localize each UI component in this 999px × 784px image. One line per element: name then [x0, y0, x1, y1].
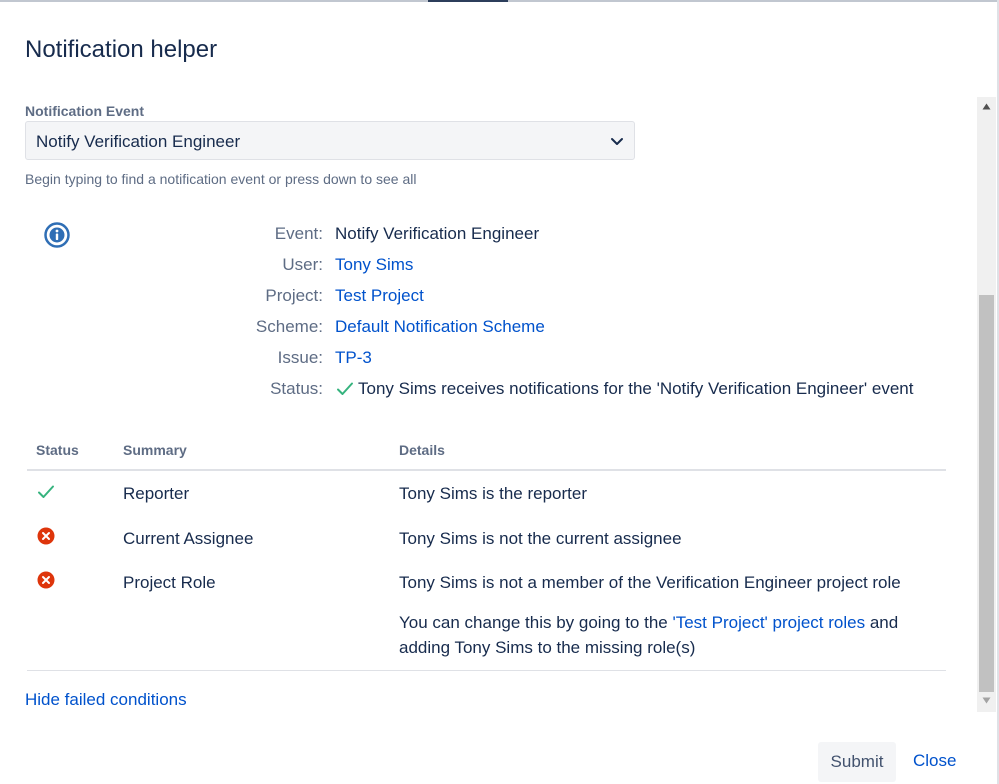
submit-button[interactable]: Submit	[818, 742, 896, 782]
condition-summary: Reporter	[123, 484, 190, 503]
check-icon	[38, 485, 54, 498]
error-icon	[37, 571, 55, 589]
column-header-summary: Summary	[123, 442, 187, 458]
condition-details: Tony Sims is the reporter	[399, 484, 588, 503]
status-message: Tony Sims receives notifications for the…	[358, 379, 914, 398]
scroll-up-arrow-icon[interactable]	[982, 103, 991, 110]
note-prefix: You can change this by going to the	[399, 613, 673, 632]
summary-label: Project:	[265, 286, 323, 305]
scrollbar-thumb[interactable]	[979, 295, 994, 692]
column-header-status: Status	[36, 442, 79, 458]
notification-event-value: Notify Verification Engineer	[36, 132, 241, 151]
top-tab-indicator	[428, 0, 508, 2]
condition-summary: Project Role	[123, 573, 216, 592]
condition-details: Tony Sims is not a member of the Verific…	[399, 573, 901, 592]
notification-event-select[interactable]: Notify Verification Engineer	[25, 121, 635, 160]
scrollbar[interactable]	[977, 97, 996, 712]
condition-details: Tony Sims is not the current assignee	[399, 529, 682, 548]
notification-event-help: Begin typing to find a notification even…	[25, 171, 417, 187]
summary-row-issue: Issue: TP-3	[0, 348, 960, 372]
summary-label: Event:	[274, 224, 323, 243]
note-suffix: and	[865, 613, 899, 632]
summary-label: Status:	[270, 379, 323, 398]
summary-label: Issue:	[277, 348, 323, 367]
project-roles-link[interactable]: 'Test Project' project roles	[672, 613, 865, 632]
summary-row-scheme: Scheme: Default Notification Scheme	[0, 317, 960, 341]
project-role-note: You can change this by going to the 'Tes…	[399, 610, 898, 660]
summary-row-status: Status: Tony Sims receives notifications…	[0, 379, 960, 403]
table-header-divider	[27, 469, 946, 471]
notification-event-label: Notification Event	[25, 103, 145, 119]
note-line-2: adding Tony Sims to the missing role(s)	[399, 638, 696, 657]
table-bottom-divider	[27, 670, 946, 671]
summary-row-user: User: Tony Sims	[0, 255, 960, 279]
close-link[interactable]: Close	[913, 751, 956, 771]
project-link[interactable]: Test Project	[335, 286, 424, 306]
scroll-down-arrow-icon[interactable]	[982, 697, 991, 704]
hide-failed-conditions-link[interactable]: Hide failed conditions	[25, 690, 187, 710]
condition-summary: Current Assignee	[123, 529, 254, 548]
summary-label: User:	[282, 255, 323, 274]
chevron-down-icon	[611, 138, 623, 145]
column-header-details: Details	[399, 442, 445, 458]
error-icon	[37, 527, 55, 545]
note-line-1: You can change this by going to the 'Tes…	[399, 610, 898, 635]
issue-link[interactable]: TP-3	[335, 348, 372, 368]
scheme-link[interactable]: Default Notification Scheme	[335, 317, 545, 337]
summary-label: Scheme:	[255, 317, 323, 336]
summary-row-event: Event: Notify Verification Engineer	[0, 224, 960, 248]
user-link[interactable]: Tony Sims	[335, 255, 413, 275]
summary-row-project: Project: Test Project	[0, 286, 960, 310]
summary-value-event: Notify Verification Engineer	[335, 224, 540, 243]
check-icon	[337, 382, 353, 395]
dialog-title: Notification helper	[25, 36, 218, 63]
